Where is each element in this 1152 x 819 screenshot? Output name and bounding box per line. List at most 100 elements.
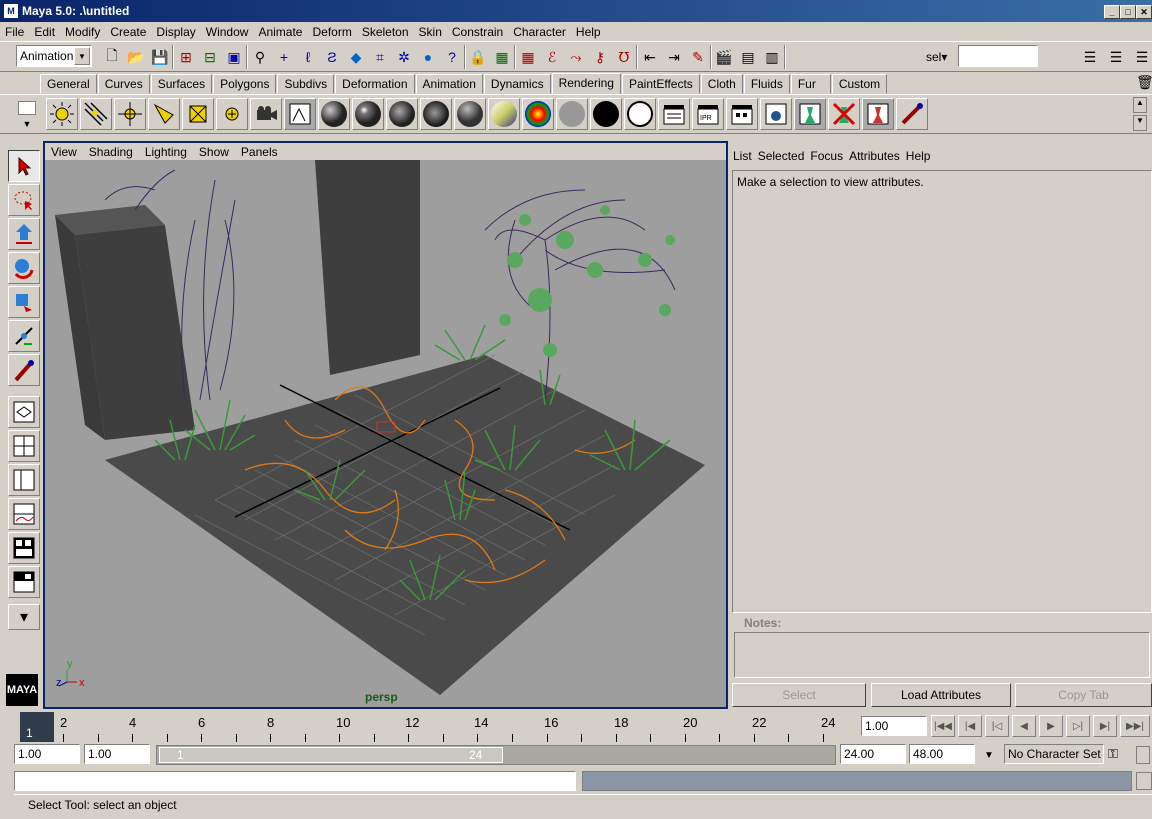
new-scene-icon[interactable]: 🗋 [100, 45, 124, 69]
menu-skin[interactable]: Skin [414, 25, 447, 39]
perspective-viewport[interactable]: View Shading Lighting Show Panels y z x … [43, 141, 728, 709]
hypershade-window-icon[interactable] [862, 98, 894, 130]
spot-light-icon[interactable] [148, 98, 180, 130]
anisotropic-material-icon[interactable] [454, 98, 486, 130]
snap-point-icon[interactable]: Ƨ [320, 45, 344, 69]
show-attribute-editor-icon[interactable]: ☰ [1078, 45, 1102, 69]
menu-character[interactable]: Character [508, 25, 571, 39]
move-tool-icon[interactable] [8, 218, 40, 250]
area-light-icon[interactable] [182, 98, 214, 130]
outliner-persp-layout-icon[interactable] [8, 464, 40, 496]
snap-curve-icon[interactable]: ℓ [296, 45, 320, 69]
command-line-input[interactable] [14, 771, 576, 791]
camera-icon[interactable] [250, 98, 282, 130]
menu-constrain[interactable]: Constrain [447, 25, 508, 39]
notes-textarea[interactable] [734, 632, 1150, 678]
viewport-menu-lighting[interactable]: Lighting [139, 145, 193, 159]
shelf-tab-deformation[interactable]: Deformation [335, 74, 415, 94]
menu-window[interactable]: Window [201, 25, 254, 39]
viewport-menu-show[interactable]: Show [193, 145, 235, 159]
menu-help[interactable]: Help [571, 25, 606, 39]
menu-display[interactable]: Display [151, 25, 200, 39]
shelf-tab-curves[interactable]: Curves [97, 74, 150, 94]
menu-animate[interactable]: Animate [253, 25, 307, 39]
select-tool-icon[interactable] [8, 150, 40, 182]
select-hierarchy-icon[interactable]: ⊞ [174, 45, 198, 69]
volume-light-icon[interactable] [216, 98, 248, 130]
sphere-icon[interactable]: ● [416, 45, 440, 69]
animation-preferences-icon[interactable] [1136, 746, 1150, 764]
use-background-icon[interactable] [590, 98, 622, 130]
range-slider-bar[interactable] [159, 747, 503, 763]
show-channel-box-icon[interactable]: ☰ [1104, 45, 1128, 69]
output-connection-icon[interactable]: ⇥ [662, 45, 686, 69]
script-editor-icon[interactable] [1136, 772, 1152, 790]
layout-more-icon[interactable]: ▾ [8, 604, 40, 630]
shelf-menu-icon[interactable] [18, 101, 36, 115]
ramp-shader-icon[interactable] [522, 98, 554, 130]
step-back-key-icon[interactable]: |◁ [985, 715, 1009, 737]
shading-map-icon[interactable] [624, 98, 656, 130]
shelf-tab-custom[interactable]: Custom [831, 74, 888, 94]
range-slider-track[interactable]: 1 24 [156, 745, 836, 765]
help-icon[interactable]: ? [440, 45, 464, 69]
snap-live-icon[interactable]: ✲ [392, 45, 416, 69]
hypershade-icon[interactable] [284, 98, 316, 130]
scale-tool-icon[interactable] [8, 286, 40, 318]
shelf-tab-polygons[interactable]: Polygons [213, 74, 277, 94]
persp-graph-layout-icon[interactable] [8, 498, 40, 530]
lambert-material-icon[interactable] [318, 98, 350, 130]
ipr-render-icon[interactable]: ▤ [736, 45, 760, 69]
select-object-icon[interactable]: ⊟ [198, 45, 222, 69]
render-view-icon[interactable] [760, 98, 792, 130]
playback-end-field[interactable]: 24.00 [840, 744, 906, 764]
lock-icon[interactable]: 🔒 [466, 45, 490, 69]
lasso-tool-icon[interactable] [8, 184, 40, 216]
phonge-material-icon[interactable] [420, 98, 452, 130]
snap-grid-icon[interactable]: + [272, 45, 296, 69]
menu-create[interactable]: Create [105, 25, 151, 39]
render-globals-shelf-icon[interactable] [726, 98, 758, 130]
single-perspective-layout-icon[interactable] [8, 396, 40, 428]
shelf-scroll-down-icon[interactable]: ▼ [1133, 115, 1147, 131]
close-button[interactable]: ✕ [1136, 5, 1152, 19]
hypershade-layout-icon[interactable] [8, 532, 40, 564]
step-forward-icon[interactable]: ▶| [1093, 715, 1117, 737]
deformer-select-icon[interactable]: ⤳ [564, 45, 588, 69]
play-backwards-icon[interactable]: ◀ [1012, 715, 1036, 737]
open-scene-icon[interactable]: 📂 [124, 45, 148, 69]
dynamics-select-icon[interactable]: ⚷ [588, 45, 612, 69]
snap-view-plane-icon[interactable]: ◆ [344, 45, 368, 69]
key-icon[interactable]: ⚿ [1108, 746, 1118, 762]
shelf-options-icon[interactable]: ▼ [18, 119, 36, 133]
grid-select-icon[interactable]: ▦ [516, 45, 540, 69]
filter-icon[interactable]: ⚲ [248, 45, 272, 69]
select-component-icon[interactable]: ▣ [222, 45, 246, 69]
render-globals-icon[interactable]: ▥ [760, 45, 784, 69]
load-attributes-button[interactable]: Load Attributes [871, 683, 1011, 707]
save-scene-icon[interactable]: 💾 [148, 45, 172, 69]
phong-material-icon[interactable] [386, 98, 418, 130]
rendering-select-icon[interactable]: ℧ [612, 45, 636, 69]
last-tool-icon[interactable] [8, 354, 40, 386]
shelf-tab-subdivs[interactable]: Subdivs [277, 74, 335, 94]
ipr-render-shelf-icon[interactable]: IPR [692, 98, 724, 130]
shelf-tab-painteffects[interactable]: PaintEffects [621, 74, 700, 94]
time-slider[interactable]: 1 2 4 6 8 10 12 14 16 18 20 22 24 [14, 712, 857, 742]
menu-set-dropdown[interactable]: Animation ▼ [16, 45, 92, 67]
viewport-menu-shading[interactable]: Shading [83, 145, 139, 159]
attr-menu-attributes[interactable]: Attributes [846, 149, 903, 163]
play-forwards-icon[interactable]: ▶ [1039, 715, 1063, 737]
menu-modify[interactable]: Modify [60, 25, 105, 39]
selection-field-label[interactable]: sel▾ [926, 50, 947, 64]
character-set-field[interactable]: No Character Set [1004, 744, 1104, 764]
attr-menu-help[interactable]: Help [903, 149, 934, 163]
selection-mask-icon[interactable]: ▦ [490, 45, 514, 69]
shelf-tab-cloth[interactable]: Cloth [700, 74, 743, 94]
current-time-field[interactable]: 1.00 [861, 716, 927, 736]
shelf-scroll-up-icon[interactable]: ▲ [1133, 97, 1147, 113]
four-view-layout-icon[interactable] [8, 430, 40, 462]
viewport-menu-panels[interactable]: Panels [235, 145, 284, 159]
step-back-icon[interactable]: |◀ [958, 715, 982, 737]
shelf-tab-general[interactable]: General [40, 74, 97, 94]
